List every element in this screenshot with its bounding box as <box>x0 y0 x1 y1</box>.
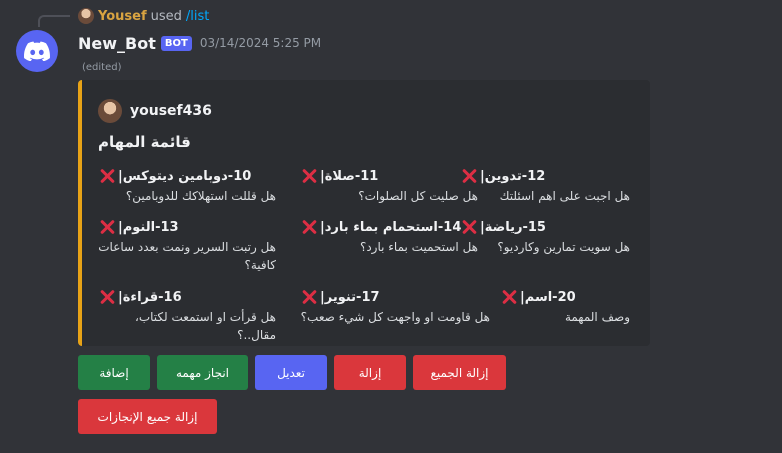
field-value: هل استحميت بماء بارد؟ <box>359 240 478 254</box>
field-name: 15-رياضة| <box>460 217 630 237</box>
field-value: هل اجبت على اهم اسئلتك <box>499 189 630 203</box>
bot-username[interactable]: New_Bot <box>78 34 156 53</box>
embed-field: 12-تدوين| هل اجبت على اهم اسئلتك <box>460 166 630 205</box>
field-value: هل سويت تمارين وكارديو؟ <box>497 240 630 254</box>
embed-field: 13-النوم| هل رتبت السرير ونمت بعدد ساعات… <box>98 217 276 274</box>
field-name: 12-تدوين| <box>460 166 630 186</box>
task-list-embed: yousef436 قائمة المهام 10-دوبامين ديتوكس… <box>78 80 650 346</box>
command-reference[interactable]: Yousef used /list <box>78 7 209 25</box>
embed-field: 14-استحمام بماء بارد| هل استحميت بماء با… <box>300 217 478 256</box>
embed-field: 17-تنوير| هل قاومت او واجهت كل شيء صعب؟ <box>300 287 490 326</box>
embed-field: 10-دوبامين ديتوكس| هل قللت استهلاكك للدو… <box>98 166 276 205</box>
embed-field: 16-قراءة| هل قرأت او استمعت لكتاب، مقال.… <box>98 287 276 344</box>
remove-button[interactable]: إزالة <box>334 355 406 390</box>
field-value: هل قاومت او واجهت كل شيء صعب؟ <box>300 310 490 324</box>
field-value: هل قللت استهلاكك للدوبامين؟ <box>125 189 276 203</box>
field-name: 11-صلاة| <box>300 166 478 186</box>
reference-used-label: used <box>150 8 182 24</box>
embed-author: yousef436 <box>98 99 212 123</box>
cross-mark-icon <box>98 218 116 236</box>
field-title: 10-دوبامين ديتوكس| <box>118 168 252 184</box>
field-value: هل صليت كل الصلوات؟ <box>358 189 478 203</box>
field-name: 20-اسم| <box>500 287 630 307</box>
cross-mark-icon <box>500 288 518 306</box>
embed-field: 15-رياضة| هل سويت تمارين وكارديو؟ <box>460 217 630 256</box>
reference-command[interactable]: /list <box>186 9 209 24</box>
embed-author-name: yousef436 <box>130 103 212 119</box>
embed-field: 20-اسم| وصف المهمة <box>500 287 630 326</box>
remove-all-achievements-button[interactable]: إزالة جميع الإنجازات <box>78 399 217 434</box>
cross-mark-icon <box>460 167 478 185</box>
field-title: 17-تنوير| <box>320 289 380 305</box>
field-title: 13-النوم| <box>118 219 179 235</box>
field-title: 11-صلاة| <box>320 168 379 184</box>
cross-mark-icon <box>300 167 318 185</box>
cross-mark-icon <box>300 288 318 306</box>
remove-all-button[interactable]: إزالة الجميع <box>413 355 506 390</box>
field-value: وصف المهمة <box>564 310 630 324</box>
field-value: هل قرأت او استمعت لكتاب، مقال..؟ <box>134 310 276 342</box>
cross-mark-icon <box>98 167 116 185</box>
embed-field: 11-صلاة| هل صليت كل الصلوات؟ <box>300 166 478 205</box>
bot-avatar[interactable] <box>16 30 58 72</box>
cross-mark-icon <box>460 218 478 236</box>
field-title: 20-اسم| <box>520 289 576 305</box>
embed-author-avatar <box>98 99 122 123</box>
field-title: 16-قراءة| <box>118 289 182 305</box>
field-name: 10-دوبامين ديتوكس| <box>98 166 276 186</box>
embed-title: قائمة المهام <box>98 133 191 151</box>
field-name: 16-قراءة| <box>98 287 276 307</box>
field-title: 14-استحمام بماء بارد| <box>320 219 462 235</box>
reference-username[interactable]: Yousef <box>98 9 147 24</box>
field-name: 17-تنوير| <box>300 287 490 307</box>
reply-spine <box>38 15 70 27</box>
field-value: هل رتبت السرير ونمت بعدد ساعات كافية؟ <box>98 240 276 272</box>
discord-logo-icon <box>24 41 50 61</box>
bot-badge: BOT <box>160 35 192 51</box>
add-button[interactable]: إضافة <box>78 355 150 390</box>
message-header: New_Bot BOT 03/14/2024 5:25 PM <box>78 32 321 54</box>
message-timestamp[interactable]: 03/14/2024 5:25 PM <box>200 36 321 50</box>
edited-label: (edited) <box>82 62 122 73</box>
field-name: 13-النوم| <box>98 217 276 237</box>
edit-button[interactable]: تعديل <box>255 355 327 390</box>
field-name: 14-استحمام بماء بارد| <box>300 217 478 237</box>
field-title: 12-تدوين| <box>480 168 546 184</box>
cross-mark-icon <box>98 288 116 306</box>
field-title: 15-رياضة| <box>480 219 546 235</box>
reference-user-avatar[interactable] <box>78 8 94 24</box>
complete-task-button[interactable]: انجاز مهمه <box>157 355 248 390</box>
cross-mark-icon <box>300 218 318 236</box>
